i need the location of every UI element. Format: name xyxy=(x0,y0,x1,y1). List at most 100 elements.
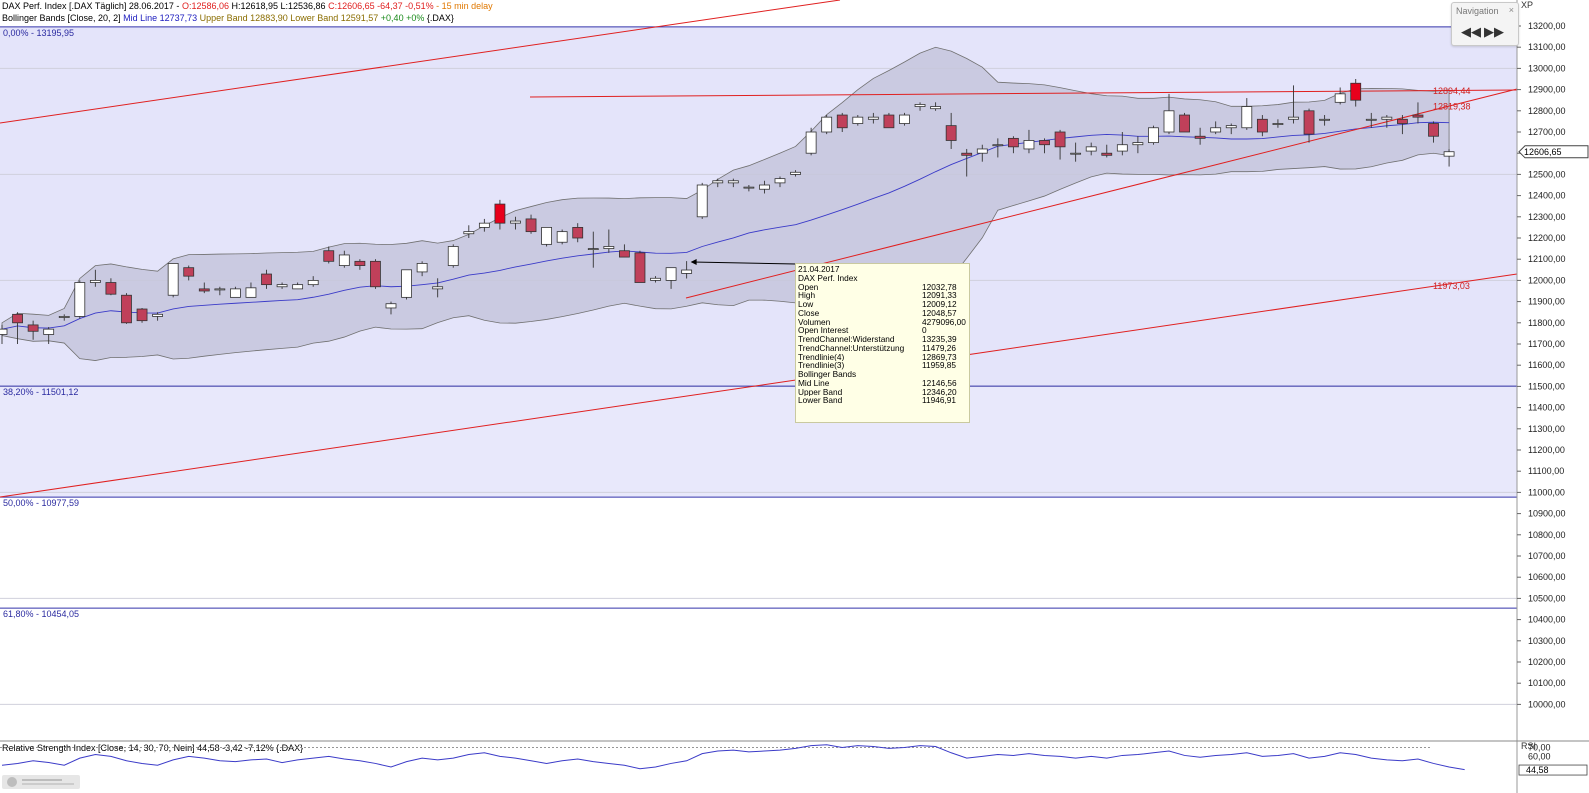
candle-body[interactable] xyxy=(805,131,817,154)
candle-body[interactable] xyxy=(198,288,210,292)
candle-body[interactable] xyxy=(883,114,895,129)
candle-body[interactable] xyxy=(1381,116,1393,120)
candle-body[interactable] xyxy=(1116,144,1128,152)
candle-body[interactable] xyxy=(634,252,646,283)
candle-body[interactable] xyxy=(914,104,926,107)
candle-body[interactable] xyxy=(12,313,23,324)
candle-body[interactable] xyxy=(1412,114,1424,118)
candle-body[interactable] xyxy=(1148,127,1159,144)
candle-body[interactable] xyxy=(1241,106,1253,129)
candle-body[interactable] xyxy=(1225,125,1237,129)
candle-body[interactable] xyxy=(463,231,475,235)
candle-body[interactable] xyxy=(1319,118,1330,121)
candle-body[interactable] xyxy=(152,313,164,317)
candle-body[interactable] xyxy=(1256,118,1268,133)
candle-body[interactable] xyxy=(525,218,537,233)
candle-body[interactable] xyxy=(478,222,490,228)
candle-body[interactable] xyxy=(1179,114,1190,133)
candle-body[interactable] xyxy=(1023,140,1035,150)
candle-body[interactable] xyxy=(681,269,693,274)
bb-prefix: Bollinger Bands [Close, 20, 2] xyxy=(2,13,124,23)
candle-body[interactable] xyxy=(432,286,444,290)
candle-body[interactable] xyxy=(245,287,257,298)
candle-body[interactable] xyxy=(416,263,428,273)
candle-body[interactable] xyxy=(1334,93,1346,103)
candle-body[interactable] xyxy=(447,246,459,266)
candle-body[interactable] xyxy=(261,273,272,286)
navigation-close-icon[interactable]: × xyxy=(1509,5,1514,15)
candle-body[interactable] xyxy=(712,180,724,184)
candle-body[interactable] xyxy=(136,308,148,322)
candle-body[interactable] xyxy=(1163,110,1175,133)
navigation-back-button[interactable]: ◀◀ xyxy=(1461,25,1481,39)
candle-body[interactable] xyxy=(976,148,988,154)
candle-body[interactable] xyxy=(992,144,1004,147)
candle-body[interactable] xyxy=(665,267,677,281)
candle-body[interactable] xyxy=(1070,152,1082,155)
candle-body[interactable] xyxy=(1085,146,1097,152)
candle-body[interactable] xyxy=(1194,135,1206,139)
candle-body[interactable] xyxy=(556,231,568,243)
candle-body[interactable] xyxy=(603,246,615,249)
candle-body[interactable] xyxy=(774,178,786,184)
candle-body[interactable] xyxy=(494,203,506,224)
candle-body[interactable] xyxy=(214,288,226,291)
candle-body[interactable] xyxy=(89,279,101,283)
candle-body[interactable] xyxy=(572,226,584,239)
candle-body[interactable] xyxy=(1210,127,1222,133)
candle-body[interactable] xyxy=(121,294,132,324)
candle-body[interactable] xyxy=(276,284,288,288)
candle-body[interactable] xyxy=(961,152,973,156)
candle-body[interactable] xyxy=(867,116,879,120)
candle-body[interactable] xyxy=(229,288,241,298)
candle-body[interactable] xyxy=(338,254,350,266)
candle-body[interactable] xyxy=(650,277,661,281)
candle-body[interactable] xyxy=(1101,152,1113,156)
candle-body[interactable] xyxy=(370,260,381,288)
candle-body[interactable] xyxy=(759,184,770,190)
candle-body[interactable] xyxy=(183,267,195,277)
candle-body[interactable] xyxy=(385,303,397,309)
candle-body[interactable] xyxy=(541,226,552,245)
candle-body[interactable] xyxy=(307,279,319,286)
candle-body[interactable] xyxy=(292,284,304,290)
candle-body[interactable] xyxy=(1039,140,1050,146)
candle-body[interactable] xyxy=(743,186,755,189)
candle-body[interactable] xyxy=(167,263,179,296)
candle-body[interactable] xyxy=(1303,110,1315,135)
candle-body[interactable] xyxy=(1272,123,1284,125)
candle-body[interactable] xyxy=(401,269,412,298)
candle-body[interactable] xyxy=(836,114,848,129)
price-axis[interactable] xyxy=(1517,0,1589,793)
candle-body[interactable] xyxy=(323,250,335,262)
candle-body[interactable] xyxy=(945,125,957,141)
candle-body[interactable] xyxy=(1054,131,1066,148)
candle-body[interactable] xyxy=(74,282,86,317)
candle-body[interactable] xyxy=(1397,118,1408,124)
candle-body[interactable] xyxy=(1428,123,1439,137)
candle-body[interactable] xyxy=(354,260,366,266)
header-close: C:12606,65 -64,37 -0,51% xyxy=(328,1,434,11)
candle-body[interactable] xyxy=(852,116,864,124)
candle-body[interactable] xyxy=(1350,82,1362,101)
candle-body[interactable] xyxy=(1008,137,1019,148)
candle-body[interactable] xyxy=(105,282,117,295)
navigation-forward-button[interactable]: ▶▶ xyxy=(1484,25,1504,39)
candle-body[interactable] xyxy=(58,316,70,318)
candle-body[interactable] xyxy=(1132,142,1144,146)
candle-body[interactable] xyxy=(930,106,941,110)
candle-body[interactable] xyxy=(27,324,39,332)
candle-body[interactable] xyxy=(821,116,833,133)
candle-body[interactable] xyxy=(899,114,910,124)
candle-body[interactable] xyxy=(790,171,801,175)
candle-body[interactable] xyxy=(43,328,55,335)
candle-body[interactable] xyxy=(1288,116,1299,120)
candle-body[interactable] xyxy=(1365,118,1377,121)
candle-body[interactable] xyxy=(0,328,8,335)
candle-body[interactable] xyxy=(510,220,521,224)
candle-body[interactable] xyxy=(587,248,599,251)
candle-body[interactable] xyxy=(619,250,630,258)
candle-body[interactable] xyxy=(1443,151,1455,157)
candle-body[interactable] xyxy=(696,184,708,218)
candle-body[interactable] xyxy=(727,180,739,184)
